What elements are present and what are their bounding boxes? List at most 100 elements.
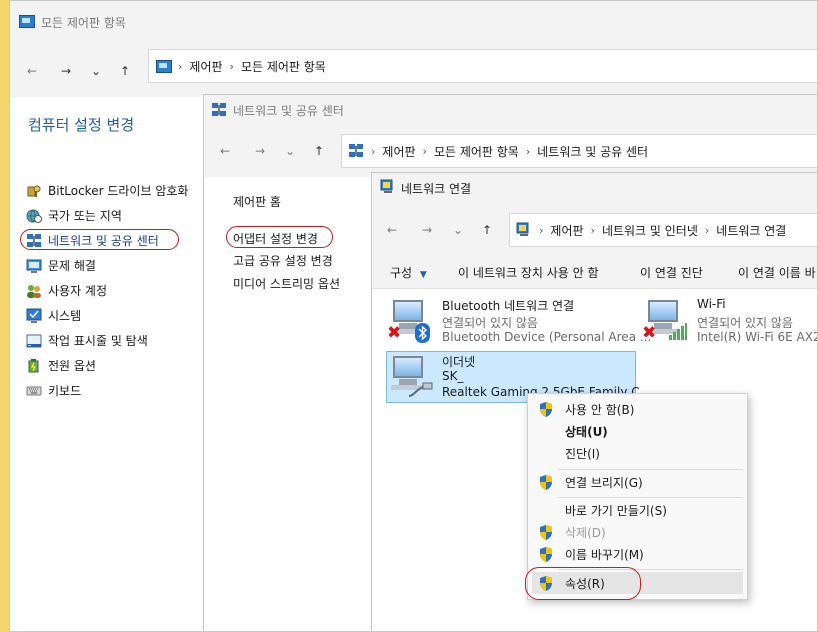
chevron-right-icon: › <box>704 223 710 237</box>
cp-item-label: 시스템 <box>48 309 82 323</box>
menu-separator <box>558 469 743 470</box>
control-panel-icon <box>155 59 172 73</box>
forward-button[interactable]: → <box>249 140 271 162</box>
command-bar: 구성 ▼ 이 네트워크 장치 사용 안 함 이 연결 진단 이 연결 이름 바 <box>372 255 817 289</box>
uac-shield-icon <box>539 525 553 540</box>
network-center-icon <box>348 143 364 159</box>
menu-item-diagnose[interactable]: 진단(I) <box>528 442 747 464</box>
network-connections-icon <box>516 222 532 238</box>
address-bar[interactable]: › 제어판 › 모든 제어판 항목 <box>148 49 817 83</box>
link-control-panel-home[interactable]: 제어판 홈 <box>233 193 281 210</box>
connection-bluetooth[interactable]: ✖ Bluetooth 네트워크 연결 연결되어 있지 않음 Bluetooth… <box>386 295 651 344</box>
window-title: 네트워크 및 공유 센터 <box>233 104 344 118</box>
cmd-label: 구성 <box>390 266 413 280</box>
network-center-icon <box>211 102 227 118</box>
chevron-right-icon: › <box>525 144 531 158</box>
cp-item-power-options[interactable]: 전원 옵션 <box>26 357 96 374</box>
forward-button[interactable]: → <box>55 60 77 82</box>
chevron-down-icon: ▼ <box>419 270 427 280</box>
globe-clock-icon <box>26 208 42 224</box>
menu-item-properties[interactable]: 속성(R) <box>532 572 743 594</box>
menu-item-rename[interactable]: 이름 바꾸기(M) <box>528 543 747 565</box>
back-button[interactable]: ← <box>381 219 403 241</box>
control-panel-navbar: ← → ⌄ ↑ › 제어판 › 모든 제어판 항목 <box>10 45 817 97</box>
recent-dropdown-button[interactable]: ⌄ <box>88 60 104 82</box>
breadcrumb-segment[interactable]: 제어판 <box>382 143 415 160</box>
menu-item-label: 상태(U) <box>565 424 608 439</box>
organize-menu-button[interactable]: 구성 ▼ <box>390 264 427 281</box>
menu-separator <box>558 569 743 570</box>
menu-item-label: 삭제(D) <box>565 525 606 540</box>
connection-wifi[interactable]: ✖ Wi-Fi 연결되어 있지 않음 Intel(R) Wi-Fi 6E AX2… <box>641 295 817 344</box>
connection-name: Bluetooth 네트워크 연결 <box>442 299 575 313</box>
menu-item-label: 속성(R) <box>565 576 605 591</box>
rename-connection-button[interactable]: 이 연결 이름 바 <box>738 264 816 281</box>
link-advanced-sharing-settings[interactable]: 고급 공유 설정 변경 <box>233 252 333 269</box>
chevron-right-icon: › <box>178 59 183 73</box>
breadcrumb-segment[interactable]: 제어판 <box>189 58 222 75</box>
disable-device-button[interactable]: 이 네트워크 장치 사용 안 함 <box>458 264 599 281</box>
up-button[interactable]: ↑ <box>476 219 498 241</box>
menu-item-label: 바로 가기 만들기(S) <box>565 503 667 518</box>
cp-item-bitlocker[interactable]: BitLocker 드라이브 암호화 <box>26 182 188 199</box>
menu-item-label: 연결 브리지(G) <box>565 475 643 490</box>
address-bar[interactable]: › 제어판 › 네트워크 및 인터넷 › 네트워크 연결 <box>509 213 817 247</box>
chevron-right-icon: › <box>539 223 544 237</box>
cp-item-taskbar-navigation[interactable]: 작업 표시줄 및 탐색 <box>26 332 148 349</box>
breadcrumb-segment[interactable]: 모든 제어판 항목 <box>434 143 519 160</box>
cp-item-label: 문제 해결 <box>48 259 96 273</box>
cp-item-keyboard[interactable]: 키보드 <box>26 382 81 399</box>
breadcrumb-segment[interactable]: 네트워크 및 공유 센터 <box>537 143 648 160</box>
context-menu: 사용 안 함(B) 상태(U) 진단(I) 연결 브리지(G) 바로 가기 만들… <box>527 393 748 600</box>
cp-item-troubleshoot[interactable]: 문제 해결 <box>26 257 96 274</box>
cp-item-user-accounts[interactable]: 사용자 계정 <box>26 282 107 299</box>
menu-item-status[interactable]: 상태(U) <box>528 420 747 442</box>
cp-item-system[interactable]: 시스템 <box>26 307 81 324</box>
bitlocker-key-icon <box>26 183 42 199</box>
page-heading: 컴퓨터 설정 변경 <box>28 116 135 134</box>
up-button[interactable]: ↑ <box>308 140 330 162</box>
diagnose-connection-button[interactable]: 이 연결 진단 <box>640 264 703 281</box>
forward-button[interactable]: → <box>416 219 438 241</box>
back-button[interactable]: ← <box>214 140 236 162</box>
recent-dropdown-button[interactable]: ⌄ <box>282 140 298 162</box>
address-bar[interactable]: › 제어판 › 모든 제어판 항목 › 네트워크 및 공유 센터 <box>341 134 817 168</box>
network-connections-navbar: ← → ⌄ ↑ › 제어판 › 네트워크 및 인터넷 › 네트워크 연결 <box>372 205 817 255</box>
connection-device: Intel(R) Wi-Fi 6E AX210 <box>697 330 817 344</box>
connection-device: Bluetooth Device (Personal Area ... <box>442 330 652 344</box>
menu-item-delete: 삭제(D) <box>528 521 747 543</box>
breadcrumb-segment[interactable]: 네트워크 및 인터넷 <box>602 222 698 239</box>
link-change-adapter-settings[interactable]: 어댑터 설정 변경 <box>233 230 318 247</box>
network-connections-icon <box>380 179 396 195</box>
link-media-streaming-options[interactable]: 미디어 스트리밍 옵션 <box>233 275 340 292</box>
cp-item-network-sharing-center[interactable]: 네트워크 및 공유 센터 <box>26 232 159 249</box>
recent-dropdown-button[interactable]: ⌄ <box>450 219 466 241</box>
up-button[interactable]: ↑ <box>114 60 136 82</box>
breadcrumb-segment[interactable]: 네트워크 연결 <box>716 222 786 239</box>
back-button[interactable]: ← <box>21 60 43 82</box>
breadcrumb-segment[interactable]: 모든 제어판 항목 <box>241 58 326 75</box>
uac-shield-icon <box>539 547 553 562</box>
menu-item-disable[interactable]: 사용 안 함(B) <box>528 398 747 420</box>
menu-item-bridge[interactable]: 연결 브리지(G) <box>528 471 747 493</box>
troubleshoot-icon <box>26 258 42 274</box>
control-panel-titlebar: 모든 제어판 항목 <box>10 1 817 45</box>
breadcrumb-segment[interactable]: 제어판 <box>550 222 583 239</box>
menu-item-label: 진단(I) <box>565 446 600 461</box>
connection-name: 이더넷 <box>442 355 476 369</box>
menu-item-create-shortcut[interactable]: 바로 가기 만들기(S) <box>528 499 747 521</box>
connection-status: 연결되어 있지 않음 <box>442 316 538 330</box>
network-connections-titlebar: 네트워크 연결 <box>372 173 817 205</box>
disconnected-x-icon: ✖ <box>642 323 657 343</box>
sharing-center-navbar: ← → ⌄ ↑ › 제어판 › 모든 제어판 항목 › 네트워크 및 공유 센터 <box>204 125 817 177</box>
window-title: 네트워크 연결 <box>401 182 472 196</box>
cp-item-region[interactable]: 국가 또는 지역 <box>26 207 122 224</box>
keyboard-icon <box>26 383 42 399</box>
uac-shield-icon <box>539 576 553 591</box>
window-title: 모든 제어판 항목 <box>41 16 126 30</box>
cp-item-label: 네트워크 및 공유 센터 <box>48 234 159 248</box>
users-icon <box>26 283 42 299</box>
chevron-right-icon: › <box>590 223 595 237</box>
cp-item-label: 키보드 <box>48 384 82 398</box>
cp-item-label: 전원 옵션 <box>48 359 96 373</box>
